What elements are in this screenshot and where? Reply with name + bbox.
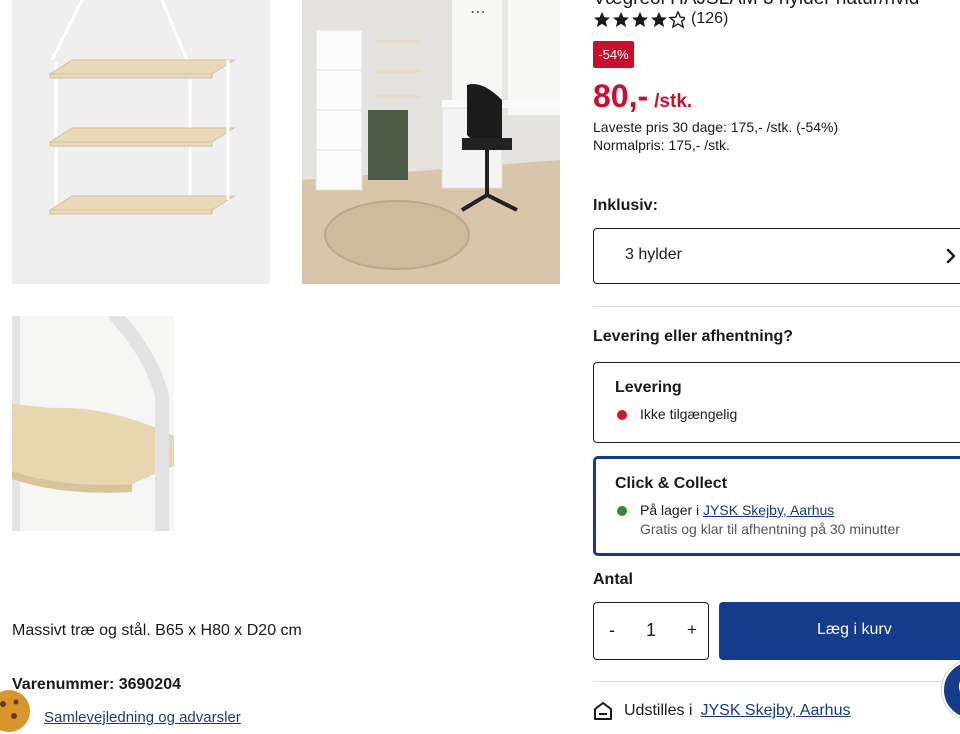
sku-number: Varenummer: 3690204 xyxy=(12,676,181,693)
product-image-shelf[interactable] xyxy=(12,0,270,284)
chat-button[interactable] xyxy=(942,660,960,720)
star-rating-icon xyxy=(594,11,685,28)
divider xyxy=(593,681,960,682)
store-icon xyxy=(594,702,612,720)
more-options-icon[interactable]: ⋯ xyxy=(470,2,487,22)
quantity-input[interactable]: 1 xyxy=(644,620,658,641)
collect-note: Gratis og klar til afhentning på 30 minu… xyxy=(640,521,900,537)
add-to-cart-label: Læg i kurv xyxy=(817,621,892,638)
quantity-stepper: - 1 + xyxy=(593,602,709,660)
quantity-increase-button[interactable]: + xyxy=(685,620,699,640)
rating-count[interactable]: (126) xyxy=(691,10,728,28)
quantity-label: Antal xyxy=(593,571,633,588)
discount-badge: -54% xyxy=(593,41,634,68)
assembly-guide-link[interactable]: Samlevejledning og advarsler xyxy=(44,709,241,726)
add-to-cart-button[interactable]: Læg i kurv xyxy=(719,602,960,660)
price-amount: 80,- xyxy=(593,78,649,114)
inclusive-label: Inklusiv: xyxy=(593,197,658,214)
delivery-option-card[interactable]: Levering Ikke tilgængelig xyxy=(593,362,960,443)
price: 80,-/stk. xyxy=(593,78,692,115)
collect-store-link[interactable]: JYSK Skejby, Aarhus xyxy=(703,502,834,518)
delivery-status: Ikke tilgængelig xyxy=(640,406,738,422)
click-collect-option-card[interactable]: Click & Collect På lager i JYSK Skejby, … xyxy=(593,456,960,556)
delivery-title: Levering xyxy=(615,379,682,396)
price-unit: /stk. xyxy=(654,91,693,112)
lowest-price-info: Laveste pris 30 dage: 175,- /stk. (-54%) xyxy=(593,119,839,135)
rating-stars[interactable] xyxy=(593,10,685,30)
product-title: Vægreol HAJSLAM 3 hylder natur/hvid xyxy=(593,0,919,10)
divider xyxy=(593,306,960,307)
quantity-decrease-button[interactable]: - xyxy=(606,620,618,641)
normal-price-info: Normalpris: 175,- /stk. xyxy=(593,137,730,153)
variant-value: 3 hylder xyxy=(625,246,682,263)
in-stock-status-dot xyxy=(617,506,627,516)
stock-status: På lager i JYSK Skejby, Aarhus xyxy=(640,502,834,518)
stock-prefix: På lager i xyxy=(640,502,700,518)
product-image-detail[interactable] xyxy=(12,316,174,531)
click-collect-title: Click & Collect xyxy=(615,475,728,492)
product-image-room[interactable] xyxy=(302,0,560,284)
fulfillment-heading: Levering eller afhentning? xyxy=(593,328,794,345)
cookie-icon[interactable] xyxy=(0,688,32,734)
variant-selector[interactable]: 3 hylder xyxy=(593,228,960,284)
display-store-link[interactable]: JYSK Skejby, Aarhus xyxy=(700,702,850,720)
material-description: Massivt træ og stål. B65 x H80 x D20 cm xyxy=(12,622,302,639)
chevron-right-icon xyxy=(946,248,956,264)
display-availability: Udstilles i JYSK Skejby, Aarhus xyxy=(593,701,850,721)
display-prefix: Udstilles i xyxy=(624,702,693,719)
unavailable-status-dot xyxy=(617,410,627,420)
